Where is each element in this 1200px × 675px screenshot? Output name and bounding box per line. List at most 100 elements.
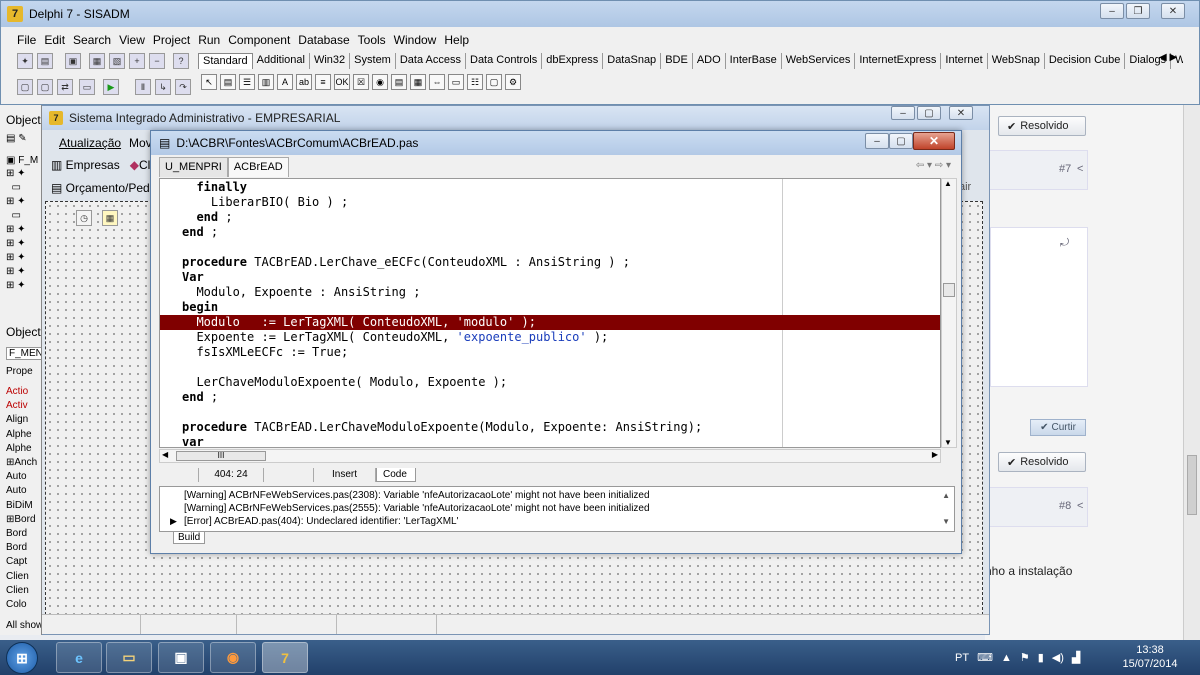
clock[interactable]: 13:38 15/07/2014 — [1115, 643, 1185, 671]
tree-node[interactable]: ⊞ ✦ — [6, 280, 26, 291]
menu-project[interactable]: Project — [149, 31, 194, 49]
form-close-button[interactable]: ✕ — [949, 106, 973, 120]
editor-maximize-button[interactable]: ▢ — [889, 133, 913, 149]
palette-tab-standard[interactable]: Standard — [198, 53, 253, 69]
palette-tab-bde[interactable]: BDE — [661, 53, 693, 69]
menu-search[interactable]: Search — [69, 31, 115, 49]
up-arrow-icon[interactable]: ▲ — [1001, 652, 1012, 664]
menu-edit[interactable]: Edit — [40, 31, 69, 49]
tab-code[interactable]: Code — [376, 468, 416, 482]
open-project-icon[interactable]: ▧ — [109, 53, 125, 69]
property-row[interactable]: Capt — [6, 556, 27, 567]
message-warning[interactable]: [Warning] ACBrNFeWebServices.pas(2555): … — [184, 503, 650, 514]
message-warning[interactable]: [Warning] ACBrNFeWebServices.pas(2308): … — [184, 490, 650, 501]
scrollbar-icon[interactable]: ⇔ — [429, 74, 445, 90]
language-indicator[interactable]: PT — [955, 652, 969, 664]
run-icon[interactable]: ▶ — [103, 79, 119, 95]
remove-file-icon[interactable]: − — [149, 53, 165, 69]
property-row[interactable]: ⊞Anch — [6, 457, 37, 468]
network-icon[interactable]: ▟ — [1072, 651, 1080, 664]
tree-node[interactable]: ⊞ ✦ — [6, 196, 26, 207]
form-maximize-button[interactable]: ▢ — [917, 106, 941, 120]
popupmenu-icon[interactable]: ▥ — [258, 74, 274, 90]
browser-scrollbar[interactable] — [1183, 105, 1200, 640]
firefox-taskbar-button[interactable]: ◉ — [210, 642, 256, 673]
empresas-button[interactable]: ▥ Empresas — [51, 158, 120, 172]
ie-taskbar-button[interactable]: e — [56, 642, 102, 673]
close-button[interactable]: ✕ — [1161, 3, 1185, 19]
edit-icon[interactable]: ab — [296, 74, 312, 90]
tab-u-menpri[interactable]: U_MENPRI — [159, 157, 228, 177]
scroll-down-icon[interactable]: ▼ — [944, 438, 952, 447]
tab-acbread[interactable]: ACBrEAD — [227, 157, 289, 177]
start-button[interactable]: ⊞ — [6, 642, 38, 674]
clock-icon[interactable]: ◷ — [76, 210, 92, 226]
panel-icon[interactable]: ▢ — [486, 74, 502, 90]
menu-help[interactable]: Help — [440, 31, 473, 49]
new-form-icon[interactable]: ▭ — [79, 79, 95, 95]
trace-into-icon[interactable]: ↳ — [155, 79, 171, 95]
new-icon[interactable]: ✦ — [17, 53, 33, 69]
label-icon[interactable]: A — [277, 74, 293, 90]
combobox-icon[interactable]: ▦ — [410, 74, 426, 90]
resolved-button-2[interactable]: ✔ Resolvido — [998, 452, 1086, 472]
property-row[interactable]: Clien — [6, 571, 29, 582]
flag-icon[interactable]: ⚑ — [1020, 651, 1030, 664]
palette-tab-win32[interactable]: Win32 — [310, 53, 351, 69]
radiobutton-icon[interactable]: ◉ — [372, 74, 388, 90]
resolved-button-1[interactable]: ✔ Resolvido — [998, 116, 1086, 136]
scroll-thumb[interactable]: III — [176, 451, 266, 461]
message-error[interactable]: [Error] ACBrEAD.pas(404): Undeclared ide… — [184, 516, 459, 527]
palette-tab-datasnap[interactable]: DataSnap — [603, 53, 662, 69]
palette-tab-webservices[interactable]: WebServices — [782, 53, 856, 69]
scroll-left-icon[interactable]: ◀ — [162, 450, 168, 459]
menu-tools[interactable]: Tools — [354, 31, 390, 49]
menu-component[interactable]: Component — [224, 31, 294, 49]
scroll-up-icon[interactable]: ▲ — [944, 179, 952, 188]
property-row[interactable]: Clien — [6, 585, 29, 596]
actionlist-icon[interactable]: ⚙ — [505, 74, 521, 90]
maximize-button[interactable]: ❐ — [1126, 3, 1150, 19]
editor-close-button[interactable]: ✕ — [913, 132, 955, 150]
report-icon[interactable]: ▦ — [102, 210, 118, 226]
save-all-icon[interactable]: ▦ — [89, 53, 105, 69]
post-number-8[interactable]: #8 — [1059, 500, 1071, 512]
property-row[interactable]: Alphe — [6, 429, 32, 440]
explorer-taskbar-button[interactable]: ▭ — [106, 642, 152, 673]
palette-tab-system[interactable]: System — [350, 53, 396, 69]
open-icon[interactable]: ▤ — [37, 53, 53, 69]
tree-node[interactable]: ⊞ ✦ — [6, 252, 26, 263]
share-icon[interactable]: < — [1077, 163, 1083, 175]
tab-properties[interactable]: Prope — [6, 366, 33, 377]
property-row[interactable]: Activ — [6, 400, 28, 411]
toolbar-icons[interactable]: ▤ ✎ — [6, 133, 27, 144]
remote-taskbar-button[interactable]: ▣ — [158, 642, 204, 673]
property-row[interactable]: Align — [6, 414, 28, 425]
palette-tab-ado[interactable]: ADO — [693, 53, 726, 69]
step-over-icon[interactable]: ↷ — [175, 79, 191, 95]
menu-atualizacao[interactable]: Atualização — [59, 136, 121, 150]
curtir-button[interactable]: ✔ Curtir — [1030, 419, 1086, 436]
checkbox-icon[interactable]: ☒ — [353, 74, 369, 90]
code-editor[interactable]: finally LiberarBIO( Bio ) ; end ; end ; pr… — [159, 178, 941, 448]
delphi-taskbar-button[interactable]: 7 — [262, 642, 308, 673]
add-file-icon[interactable]: + — [129, 53, 145, 69]
palette-tab-internetexpress[interactable]: InternetExpress — [855, 53, 942, 69]
groupbox-icon[interactable]: ▭ — [448, 74, 464, 90]
mainmenu-icon[interactable]: ☰ — [239, 74, 255, 90]
menu-file[interactable]: File — [13, 31, 40, 49]
post-number-7[interactable]: #7 — [1059, 163, 1071, 175]
tab-navigation-arrows[interactable]: ⇦ ▾ ⇨ ▾ — [916, 160, 951, 171]
scroll-thumb[interactable] — [1187, 455, 1197, 515]
property-row[interactable]: Auto — [6, 471, 27, 482]
minimize-button[interactable]: – — [1100, 3, 1124, 19]
keyboard-icon[interactable]: ⌨ — [977, 651, 993, 664]
palette-tab-additional[interactable]: Additional — [253, 53, 310, 69]
tree-node[interactable]: ▭ — [6, 182, 21, 193]
palette-tab-data-access[interactable]: Data Access — [396, 53, 466, 69]
menu-run[interactable]: Run — [194, 31, 224, 49]
pointer-icon[interactable]: ↖ — [201, 74, 217, 90]
property-row[interactable]: BiDiM — [6, 500, 33, 511]
clientes-button[interactable]: ◆Cl — [130, 158, 151, 172]
tree-node[interactable]: ⊞ ✦ — [6, 168, 26, 179]
